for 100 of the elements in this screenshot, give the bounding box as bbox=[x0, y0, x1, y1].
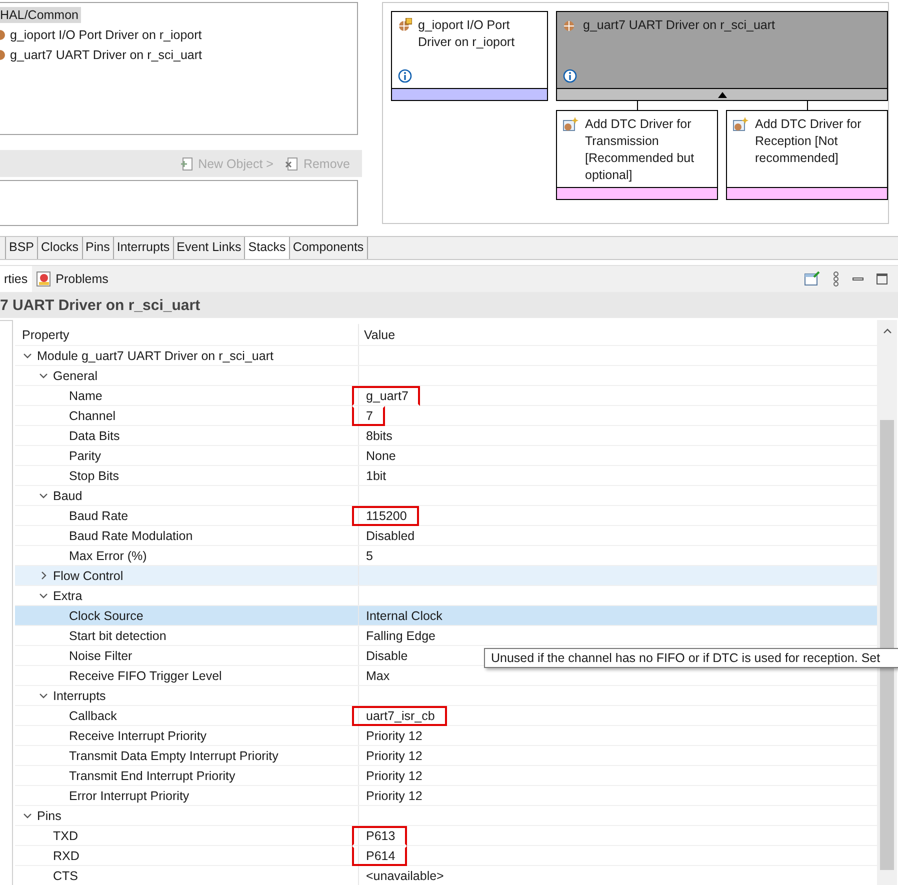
property-value: Internal Clock bbox=[365, 608, 444, 624]
pin-view-icon[interactable] bbox=[804, 271, 820, 287]
property-row[interactable]: Start bit detection Falling Edge bbox=[15, 626, 877, 646]
property-value: g_uart7 bbox=[352, 386, 420, 406]
property-value: 7 bbox=[352, 406, 385, 426]
tooltip: Unused if the channel has no FIFO or if DTC is used for reception. Set bbox=[484, 648, 898, 668]
collapse-icon[interactable] bbox=[718, 92, 726, 98]
tree-item[interactable]: g_ioport I/O Port Driver on r_ioport bbox=[10, 27, 204, 43]
problems-icon bbox=[36, 271, 52, 287]
dependency-title: Add DTC Driver for Reception [Not recommended] bbox=[755, 116, 862, 167]
property-name: Data Bits bbox=[69, 428, 120, 442]
property-name: Noise Filter bbox=[69, 648, 132, 662]
property-name: Callback bbox=[69, 708, 117, 722]
editor-tab[interactable]: BSP bbox=[6, 237, 38, 259]
property-name: Flow Control bbox=[53, 568, 124, 582]
column-header: Value bbox=[363, 326, 396, 344]
property-row[interactable]: Baud bbox=[15, 486, 877, 506]
property-row[interactable]: RXD P614 bbox=[15, 846, 877, 866]
property-row[interactable]: Parity None bbox=[15, 446, 877, 466]
property-name: General bbox=[53, 368, 98, 382]
chevron-down-icon[interactable] bbox=[23, 811, 32, 820]
property-row[interactable]: Channel 7 bbox=[15, 406, 877, 426]
module-card[interactable]: g_ioport I/O Port Driver on r_ioport bbox=[391, 11, 548, 101]
remove-icon bbox=[285, 156, 300, 170]
maximize-icon[interactable] bbox=[876, 273, 888, 285]
view-menu-icon[interactable] bbox=[832, 271, 840, 287]
property-name: Transmit Data Empty Interrupt Priority bbox=[69, 748, 278, 762]
property-row[interactable]: Data Bits 8bits bbox=[15, 426, 877, 446]
module-card[interactable]: g_uart7 UART Driver on r_sci_uart bbox=[556, 11, 888, 101]
editor-tab[interactable]: Interrupts bbox=[114, 237, 174, 259]
dependency-title: Add DTC Driver for Transmission [Recommended but optional] bbox=[585, 116, 696, 184]
module-title: g_ioport I/O Port Driver on r_ioport bbox=[418, 17, 516, 51]
add-component-icon bbox=[733, 117, 749, 133]
scroll-up-icon[interactable] bbox=[882, 328, 892, 334]
column-header: Property bbox=[15, 324, 359, 345]
view-tab[interactable]: Problems bbox=[32, 266, 112, 292]
property-name: Transmit End Interrupt Priority bbox=[69, 768, 236, 782]
property-name: Receive Interrupt Priority bbox=[69, 728, 207, 742]
property-name: Start bit detection bbox=[69, 628, 166, 642]
new-object-icon bbox=[180, 156, 194, 170]
chevron-down-icon[interactable] bbox=[39, 371, 48, 380]
port-icon bbox=[398, 18, 412, 32]
property-value: Disable bbox=[365, 648, 409, 664]
property-value: P614 bbox=[352, 846, 408, 866]
editor-tab[interactable]: Pins bbox=[82, 237, 114, 259]
chevron-down-icon[interactable] bbox=[39, 491, 48, 500]
chevron-down-icon[interactable] bbox=[39, 691, 48, 700]
property-value: Disabled bbox=[365, 528, 416, 544]
dependency-card[interactable]: Add DTC Driver for Transmission [Recommended but optional] bbox=[556, 110, 718, 200]
property-row[interactable]: Transmit Data Empty Interrupt Priority Priority 12 bbox=[15, 746, 877, 766]
property-name: Stop Bits bbox=[69, 468, 120, 482]
property-row[interactable]: TXD P613 bbox=[15, 826, 877, 846]
property-name: CTS bbox=[53, 868, 78, 882]
property-name: Baud bbox=[53, 488, 82, 502]
property-value: Priority 12 bbox=[365, 728, 424, 745]
property-row[interactable]: Clock Source Internal Clock bbox=[15, 606, 877, 626]
tree-item[interactable]: HAL/Common bbox=[0, 7, 80, 23]
dependency-card[interactable]: Add DTC Driver for Reception [Not recommended] bbox=[726, 110, 888, 200]
property-value: 5 bbox=[365, 548, 374, 564]
property-name: Baud Rate bbox=[69, 508, 128, 522]
property-name: RXD bbox=[53, 848, 80, 862]
property-row[interactable]: General bbox=[15, 366, 877, 386]
property-name: Channel bbox=[69, 408, 116, 422]
view-tab[interactable]: rties bbox=[0, 266, 32, 292]
property-name: Max Error (%) bbox=[69, 548, 147, 562]
property-row[interactable]: Flow Control bbox=[15, 566, 877, 586]
property-value: Priority 12 bbox=[365, 748, 424, 765]
property-row[interactable]: Name g_uart7 bbox=[15, 386, 877, 406]
property-name: TXD bbox=[53, 828, 78, 842]
info-icon[interactable] bbox=[563, 69, 577, 83]
property-value: None bbox=[365, 448, 397, 464]
property-value: <unavailable> bbox=[365, 868, 445, 884]
editor-tab[interactable]: Stacks bbox=[245, 237, 290, 259]
property-name: Parity bbox=[69, 448, 101, 462]
property-row[interactable]: Receive Interrupt Priority Priority 12 bbox=[15, 726, 877, 746]
property-value: 1bit bbox=[365, 468, 388, 484]
property-name: Module g_uart7 UART Driver on r_sci_uart bbox=[37, 348, 274, 362]
property-name: Pins bbox=[37, 808, 62, 822]
property-name: Clock Source bbox=[69, 608, 144, 622]
editor-tab[interactable]: Clocks bbox=[38, 237, 83, 259]
property-row[interactable]: Callback uart7_isr_cb bbox=[15, 706, 877, 726]
property-row[interactable]: Baud Rate 115200 bbox=[15, 506, 877, 526]
property-row[interactable]: Interrupts bbox=[15, 686, 877, 706]
property-row[interactable]: Pins bbox=[15, 806, 877, 826]
property-value: uart7_isr_cb bbox=[352, 706, 447, 726]
chevron-right-icon[interactable] bbox=[39, 571, 48, 580]
property-value: 8bits bbox=[365, 428, 394, 444]
tree-item[interactable]: g_uart7 UART Driver on r_sci_uart bbox=[10, 47, 204, 63]
property-value: Priority 12 bbox=[365, 788, 424, 805]
property-row[interactable]: Error Interrupt Priority Priority 12 bbox=[15, 786, 877, 806]
property-value: Priority 12 bbox=[365, 768, 424, 785]
info-icon[interactable] bbox=[398, 69, 412, 83]
property-row[interactable]: Baud Rate Modulation Disabled bbox=[15, 526, 877, 546]
chevron-down-icon[interactable] bbox=[39, 591, 48, 600]
chevron-down-icon[interactable] bbox=[23, 351, 32, 360]
property-row[interactable]: Stop Bits 1bit bbox=[15, 466, 877, 486]
property-row[interactable]: Transmit End Interrupt Priority Priority 12 bbox=[15, 766, 877, 786]
property-row[interactable]: Module g_uart7 UART Driver on r_sci_uart bbox=[15, 346, 877, 366]
editor-tab[interactable]: Components bbox=[290, 237, 368, 259]
module-title: g_uart7 UART Driver on r_sci_uart bbox=[583, 17, 775, 34]
